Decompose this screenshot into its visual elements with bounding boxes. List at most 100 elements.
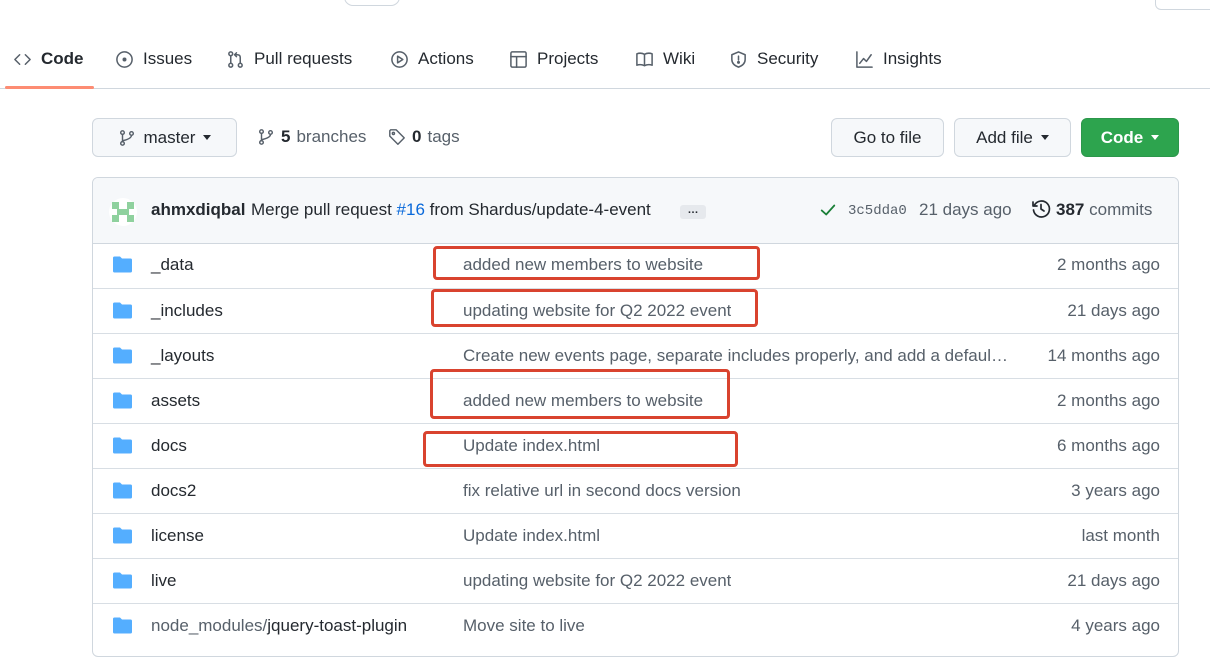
table-row[interactable]: _data added new members to website 2 mon… bbox=[93, 243, 1178, 288]
tab-label: Code bbox=[41, 49, 84, 68]
tags-link[interactable]: 0 tags bbox=[388, 118, 460, 156]
file-path-leaf: jquery-toast-plugin bbox=[267, 616, 408, 635]
file-commit-message[interactable]: fix relative url in second docs version bbox=[463, 481, 741, 501]
branches-label: branches bbox=[296, 127, 367, 146]
file-commit-message[interactable]: Move site to live bbox=[463, 616, 585, 636]
folder-icon bbox=[113, 617, 132, 634]
branch-icon bbox=[119, 129, 134, 146]
table-row[interactable]: _includes updating website for Q2 2022 e… bbox=[93, 288, 1178, 333]
table-row[interactable]: node_modules/jquery-toast-plugin Move si… bbox=[93, 603, 1178, 648]
history-icon bbox=[1032, 200, 1051, 218]
folder-icon bbox=[113, 482, 132, 499]
shield-icon bbox=[731, 50, 746, 68]
file-age: last month bbox=[1081, 526, 1160, 545]
table-row[interactable]: docs Update index.html 6 months ago bbox=[93, 423, 1178, 468]
go-to-file-button[interactable]: Go to file bbox=[831, 118, 944, 157]
tag-icon bbox=[389, 129, 405, 145]
file-name[interactable]: node_modules/jquery-toast-plugin bbox=[151, 616, 407, 636]
file-commit-message[interactable]: updating website for Q2 2022 event bbox=[463, 571, 731, 591]
repo-breadcrumb-cropped bbox=[14, 0, 20, 9]
tab-label: Security bbox=[757, 49, 819, 68]
visibility-badge-cropped bbox=[344, 0, 400, 6]
file-commit-message[interactable]: updating website for Q2 2022 event bbox=[463, 301, 731, 321]
book-icon bbox=[636, 51, 653, 66]
commits-count: 387 bbox=[1056, 200, 1085, 219]
tab-label: Actions bbox=[418, 49, 474, 68]
table-row[interactable]: assets added new members to website 2 mo… bbox=[93, 378, 1178, 423]
commits-label: commits bbox=[1089, 200, 1153, 219]
file-name[interactable]: assets bbox=[151, 391, 200, 411]
folder-icon bbox=[113, 302, 132, 319]
branches-count: 5 bbox=[281, 127, 291, 146]
commit-message[interactable]: Merge pull request #16 from Shardus/upda… bbox=[251, 200, 651, 220]
file-name[interactable]: _includes bbox=[151, 301, 223, 321]
folder-icon bbox=[113, 392, 132, 409]
pull-request-icon bbox=[228, 50, 243, 68]
tab-issues[interactable]: Issues bbox=[115, 30, 192, 88]
commit-message-prefix: Merge pull request bbox=[251, 200, 392, 219]
latest-commit-bar: ahmxdiqbal Merge pull request #16 from S… bbox=[93, 178, 1178, 244]
tab-actions[interactable]: Actions bbox=[390, 30, 474, 88]
table-row[interactable]: live updating website for Q2 2022 event … bbox=[93, 558, 1178, 603]
pr-link[interactable]: #16 bbox=[397, 200, 425, 219]
folder-icon bbox=[113, 437, 132, 454]
graph-icon bbox=[856, 50, 873, 68]
chevron-down-icon bbox=[1151, 135, 1160, 140]
tab-wiki[interactable]: Wiki bbox=[635, 30, 695, 88]
file-commit-message[interactable]: added new members to website bbox=[463, 255, 703, 275]
code-dropdown-button[interactable]: Code bbox=[1081, 118, 1179, 157]
table-row[interactable]: _layouts Create new events page, separat… bbox=[93, 333, 1178, 378]
branch-icon bbox=[258, 129, 274, 145]
file-name[interactable]: docs2 bbox=[151, 481, 196, 501]
commit-sha[interactable]: 3c5dda0 bbox=[848, 203, 907, 219]
chevron-down-icon bbox=[1040, 135, 1049, 140]
commits-link[interactable]: 387 commits bbox=[1056, 200, 1152, 220]
code-icon bbox=[14, 53, 31, 65]
file-name[interactable]: live bbox=[151, 571, 177, 591]
file-age: 21 days ago bbox=[1067, 301, 1160, 320]
commit-date: 21 days ago bbox=[919, 200, 1012, 219]
expand-commit-button[interactable]: … bbox=[680, 205, 706, 219]
code-button-label: Code bbox=[1100, 127, 1144, 147]
tab-insights[interactable]: Insights bbox=[855, 30, 942, 88]
table-row[interactable]: license Update index.html last month bbox=[93, 513, 1178, 558]
file-age: 21 days ago bbox=[1067, 571, 1160, 590]
file-age: 3 years ago bbox=[1071, 481, 1160, 500]
commit-message-suffix: from Shardus/update-4-event bbox=[429, 200, 651, 219]
file-age: 4 years ago bbox=[1071, 616, 1160, 635]
tab-pull-requests[interactable]: Pull requests bbox=[226, 30, 352, 88]
table-row[interactable]: docs2 fix relative url in second docs ve… bbox=[93, 468, 1178, 513]
file-browser: ahmxdiqbal Merge pull request #16 from S… bbox=[92, 177, 1179, 657]
play-icon bbox=[391, 50, 408, 68]
folder-icon bbox=[113, 347, 132, 364]
issue-icon bbox=[116, 50, 133, 68]
tab-label: Wiki bbox=[663, 49, 696, 68]
header-button-cropped[interactable] bbox=[1155, 0, 1210, 10]
branch-select-button[interactable]: master bbox=[92, 118, 237, 157]
file-name[interactable]: docs bbox=[151, 436, 187, 456]
branch-name: master bbox=[143, 127, 196, 147]
file-age: 2 months ago bbox=[1056, 391, 1160, 410]
tab-code[interactable]: Code bbox=[5, 30, 94, 89]
file-age: 14 months ago bbox=[1047, 346, 1160, 365]
tags-label: tags bbox=[427, 127, 460, 146]
file-name[interactable]: license bbox=[151, 526, 204, 546]
commit-author[interactable]: ahmxdiqbal bbox=[151, 200, 245, 220]
go-to-file-label: Go to file bbox=[853, 127, 922, 147]
file-commit-message[interactable]: Update index.html bbox=[463, 526, 600, 546]
repo-header-cropped bbox=[0, 0, 1210, 10]
avatar[interactable] bbox=[109, 198, 137, 226]
tab-projects[interactable]: Projects bbox=[509, 30, 598, 88]
file-name[interactable]: _data bbox=[151, 255, 194, 275]
file-commit-message[interactable]: added new members to website bbox=[463, 391, 703, 411]
active-tab-underline bbox=[5, 86, 94, 89]
add-file-label: Add file bbox=[976, 127, 1033, 147]
file-commit-message[interactable]: Update index.html bbox=[463, 436, 600, 456]
add-file-button[interactable]: Add file bbox=[954, 118, 1071, 157]
file-name[interactable]: _layouts bbox=[151, 346, 214, 366]
tab-security[interactable]: Security bbox=[729, 30, 818, 88]
file-commit-message[interactable]: Create new events page, separate include… bbox=[463, 346, 1009, 366]
branches-link[interactable]: 5 branches bbox=[257, 118, 366, 156]
check-icon[interactable] bbox=[819, 201, 837, 219]
folder-icon bbox=[113, 572, 132, 589]
